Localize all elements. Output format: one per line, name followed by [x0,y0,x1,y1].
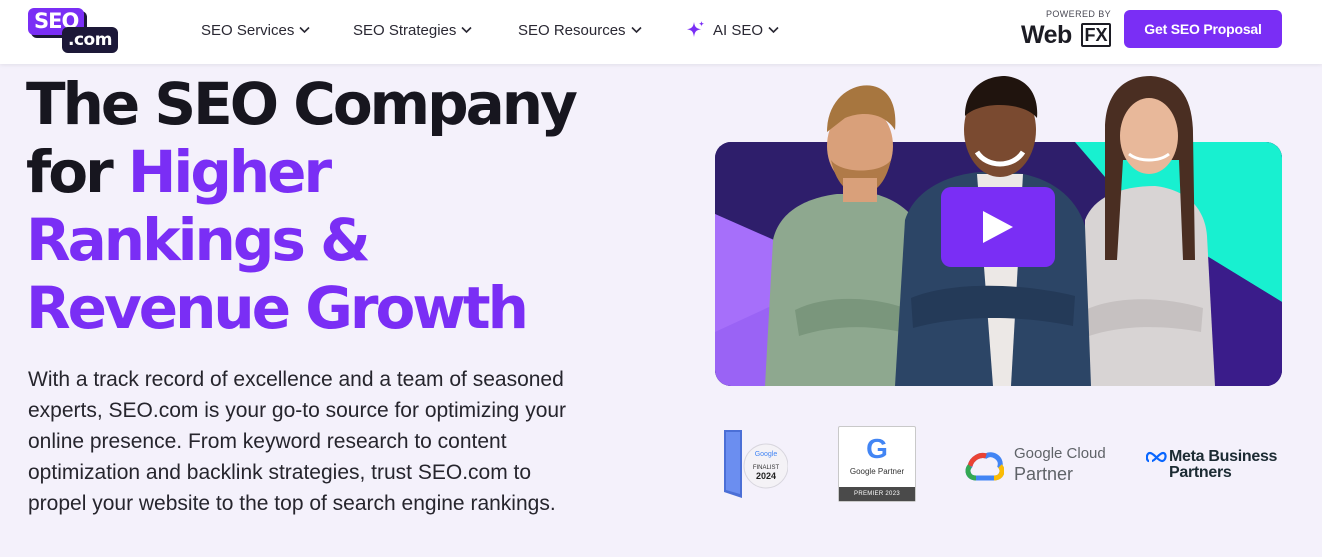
chevron-down-icon [461,26,472,34]
nav-seo-resources[interactable]: SEO Resources [518,19,642,41]
award-year: 2024 [756,471,776,481]
nav-seo-strategies[interactable]: SEO Strategies [353,19,472,41]
chevron-down-icon [299,26,310,34]
webfx-logo-fx: FX [1081,23,1111,47]
powered-by-label: POWERED BY [1045,9,1111,19]
google-partner-label: Google Partner [849,467,905,476]
site-header: SEO .com SEO Services SEO Strategies SEO… [0,0,1322,64]
google-cloud-line1: Google Cloud [1014,445,1106,462]
seo-com-logo[interactable]: SEO .com [28,8,132,53]
nav-ai-seo[interactable]: AI SEO [686,19,779,41]
google-cloud-icon [965,452,1004,481]
nav-seo-services[interactable]: SEO Services [201,19,310,41]
headline-line-1: The SEO Company [26,70,578,138]
headline-plain: for [26,138,128,206]
award-badge-graphic: Google FINALIST 2024 [724,430,789,498]
logo-com-text: .com [62,27,118,53]
headline-line-2: for Higher [26,138,626,206]
google-cloud-line2: Partner [1014,464,1074,484]
person-right [1085,76,1215,386]
meta-line2: Partners [1169,464,1232,481]
meta-infinity-icon [1146,451,1167,463]
get-seo-proposal-button[interactable]: Get SEO Proposal [1124,10,1282,48]
google-partner-tier: PREMIER 2023 [839,487,915,501]
nav-label: SEO Strategies [353,21,457,39]
chevron-down-icon [768,26,779,34]
meta-business-partners-badge: Meta Business Partners [1146,448,1286,482]
headline-accent: Higher [127,138,332,206]
google-g-logo: G [866,433,888,464]
headline-line-3: Rankings & [26,206,371,274]
video-play-button[interactable] [941,187,1055,267]
hero-headline: The SEO Company for Higher Rankings & Re… [26,70,626,342]
sparkle-icon [687,21,705,37]
google-cloud-partner-badge: Google Cloud Partner [964,444,1114,488]
search-awards-finalist-badge: Google FINALIST 2024 [716,426,789,502]
nav-label: SEO Resources [518,21,626,39]
nav-label: AI SEO [713,21,764,39]
play-icon [983,211,1013,243]
google-partner-badge: G Google Partner PREMIER 2023 [838,426,916,502]
headline-line-4: Revenue Growth [26,274,529,342]
award-brand: Google [755,451,778,458]
powered-by-webfx[interactable]: POWERED BY Web FX [1021,9,1113,49]
chevron-down-icon [630,26,642,34]
hero-description: With a track record of excellence and a … [28,368,567,515]
webfx-logo-web: Web [1021,21,1072,49]
nav-label: SEO Services [201,21,295,39]
